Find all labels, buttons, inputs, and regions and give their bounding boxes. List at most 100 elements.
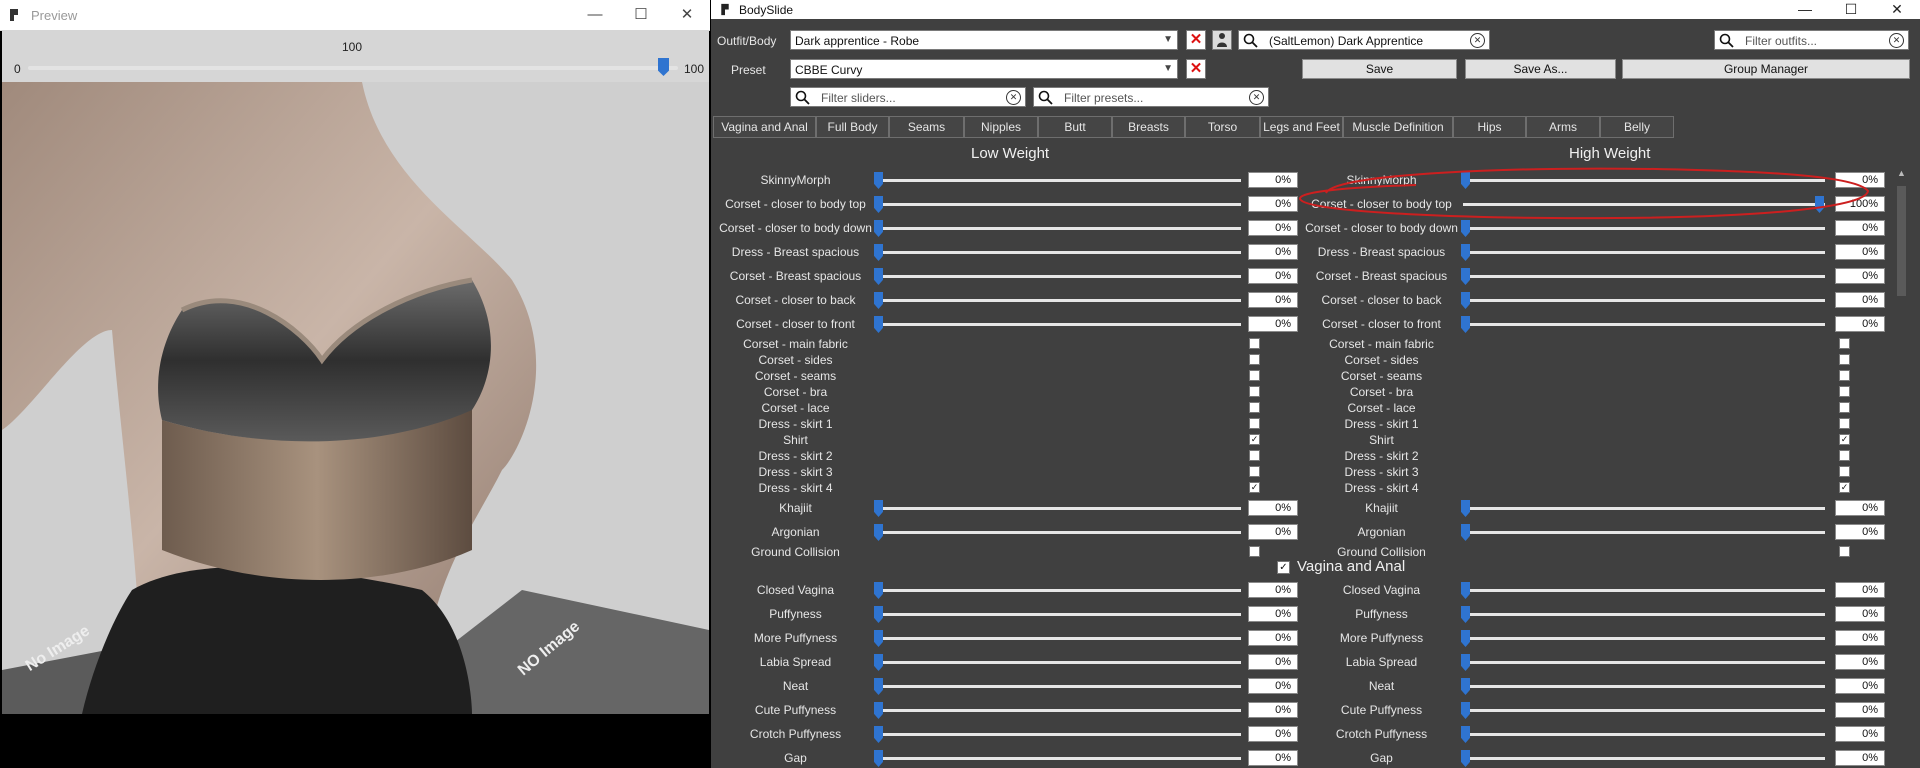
tab-muscle-definition[interactable]: Muscle Definition xyxy=(1343,116,1453,138)
low-weight-slider-track[interactable] xyxy=(876,531,1241,534)
high-weight-slider-thumb[interactable] xyxy=(1815,196,1824,213)
low-weight-checkbox[interactable] xyxy=(1249,386,1260,397)
high-weight-value-field[interactable]: 0% xyxy=(1835,606,1885,622)
close-icon[interactable]: ✕ xyxy=(1874,0,1920,19)
low-weight-slider-track[interactable] xyxy=(876,507,1241,510)
low-weight-slider-track[interactable] xyxy=(876,637,1241,640)
group-checkbox[interactable]: ✓ xyxy=(1277,561,1290,574)
low-weight-checkbox[interactable] xyxy=(1249,546,1260,557)
tab-arms[interactable]: Arms xyxy=(1526,116,1600,138)
low-weight-value-field[interactable]: 0% xyxy=(1248,524,1298,540)
low-weight-value-field[interactable]: 0% xyxy=(1248,678,1298,694)
high-weight-checkbox[interactable]: ✓ xyxy=(1839,482,1850,493)
high-weight-slider-track[interactable] xyxy=(1463,203,1825,206)
high-weight-slider-track[interactable] xyxy=(1463,613,1825,616)
high-weight-checkbox[interactable] xyxy=(1839,466,1850,477)
low-weight-value-field[interactable]: 0% xyxy=(1248,500,1298,516)
low-weight-value-field[interactable]: 0% xyxy=(1248,654,1298,670)
low-weight-slider-track[interactable] xyxy=(876,757,1241,760)
high-weight-value-field[interactable]: 0% xyxy=(1835,524,1885,540)
filter-outfits-input[interactable]: Filter outfits... ✕ xyxy=(1714,30,1909,50)
low-weight-checkbox[interactable]: ✓ xyxy=(1249,434,1260,445)
high-weight-value-field[interactable]: 0% xyxy=(1835,268,1885,284)
delete-icon[interactable]: ✕ xyxy=(1186,59,1206,79)
high-weight-slider-track[interactable] xyxy=(1463,531,1825,534)
high-weight-value-field[interactable]: 0% xyxy=(1835,678,1885,694)
low-weight-checkbox[interactable] xyxy=(1249,418,1260,429)
low-weight-slider-track[interactable] xyxy=(876,179,1241,182)
high-weight-value-field[interactable]: 0% xyxy=(1835,292,1885,308)
outfit-search-box[interactable]: (SaltLemon) Dark Apprentice ✕ xyxy=(1238,30,1490,50)
low-weight-value-field[interactable]: 0% xyxy=(1248,316,1298,332)
high-weight-slider-track[interactable] xyxy=(1463,323,1825,326)
low-weight-checkbox[interactable] xyxy=(1249,354,1260,365)
high-weight-checkbox[interactable] xyxy=(1839,386,1850,397)
low-weight-checkbox[interactable] xyxy=(1249,402,1260,413)
low-weight-slider-track[interactable] xyxy=(876,299,1241,302)
clear-search-icon[interactable]: ✕ xyxy=(1889,33,1904,48)
low-weight-checkbox[interactable] xyxy=(1249,370,1260,381)
tab-hips[interactable]: Hips xyxy=(1453,116,1526,138)
weight-slider-track[interactable] xyxy=(28,66,678,70)
low-weight-checkbox[interactable] xyxy=(1249,466,1260,477)
preset-select[interactable]: CBBE Curvy ▼ xyxy=(790,59,1178,79)
tab-full-body[interactable]: Full Body xyxy=(816,116,889,138)
filter-presets-input[interactable]: Filter presets... ✕ xyxy=(1033,87,1269,107)
low-weight-slider-track[interactable] xyxy=(876,323,1241,326)
low-weight-slider-track[interactable] xyxy=(876,709,1241,712)
low-weight-value-field[interactable]: 0% xyxy=(1248,726,1298,742)
high-weight-value-field[interactable]: 0% xyxy=(1835,220,1885,236)
high-weight-slider-track[interactable] xyxy=(1463,709,1825,712)
outfit-icon-button[interactable] xyxy=(1212,30,1232,50)
maximize-icon[interactable]: ☐ xyxy=(1828,0,1874,19)
high-weight-slider-track[interactable] xyxy=(1463,179,1825,182)
high-weight-checkbox[interactable] xyxy=(1839,354,1850,365)
minimize-icon[interactable]: — xyxy=(1782,0,1828,19)
high-weight-slider-track[interactable] xyxy=(1463,733,1825,736)
high-weight-value-field[interactable]: 0% xyxy=(1835,726,1885,742)
tab-vagina-and-anal[interactable]: Vagina and Anal xyxy=(713,116,816,138)
high-weight-checkbox[interactable]: ✓ xyxy=(1839,434,1850,445)
save-button[interactable]: Save xyxy=(1302,59,1457,79)
preview-titlebar[interactable]: Preview — ☐ ✕ xyxy=(0,0,710,31)
delete-icon[interactable]: ✕ xyxy=(1186,30,1206,50)
low-weight-checkbox[interactable]: ✓ xyxy=(1249,482,1260,493)
minimize-icon[interactable]: — xyxy=(572,0,618,30)
low-weight-checkbox[interactable] xyxy=(1249,338,1260,349)
low-weight-slider-track[interactable] xyxy=(876,589,1241,592)
tab-torso[interactable]: Torso xyxy=(1185,116,1260,138)
high-weight-slider-track[interactable] xyxy=(1463,589,1825,592)
low-weight-value-field[interactable]: 0% xyxy=(1248,268,1298,284)
preview-viewport[interactable]: 100 0 100 No Image NO Image xyxy=(2,30,709,714)
tab-butt[interactable]: Butt xyxy=(1038,116,1112,138)
high-weight-value-field[interactable]: 100% xyxy=(1835,196,1885,212)
low-weight-value-field[interactable]: 0% xyxy=(1248,244,1298,260)
high-weight-value-field[interactable]: 0% xyxy=(1835,582,1885,598)
low-weight-slider-track[interactable] xyxy=(876,227,1241,230)
low-weight-slider-track[interactable] xyxy=(876,661,1241,664)
maximize-icon[interactable]: ☐ xyxy=(618,0,664,30)
high-weight-value-field[interactable]: 0% xyxy=(1835,500,1885,516)
high-weight-slider-track[interactable] xyxy=(1463,227,1825,230)
low-weight-slider-track[interactable] xyxy=(876,203,1241,206)
high-weight-slider-track[interactable] xyxy=(1463,275,1825,278)
high-weight-checkbox[interactable] xyxy=(1839,370,1850,381)
high-weight-value-field[interactable]: 0% xyxy=(1835,316,1885,332)
low-weight-value-field[interactable]: 0% xyxy=(1248,292,1298,308)
high-weight-value-field[interactable]: 0% xyxy=(1835,244,1885,260)
high-weight-slider-track[interactable] xyxy=(1463,637,1825,640)
high-weight-checkbox[interactable] xyxy=(1839,418,1850,429)
scroll-up-icon[interactable]: ▲ xyxy=(1893,168,1910,182)
high-weight-value-field[interactable]: 0% xyxy=(1835,630,1885,646)
tab-breasts[interactable]: Breasts xyxy=(1112,116,1185,138)
high-weight-checkbox[interactable] xyxy=(1839,546,1850,557)
low-weight-checkbox[interactable] xyxy=(1249,450,1260,461)
tab-nipples[interactable]: Nipples xyxy=(964,116,1038,138)
close-icon[interactable]: ✕ xyxy=(664,0,710,30)
high-weight-slider-track[interactable] xyxy=(1463,661,1825,664)
high-weight-value-field[interactable]: 0% xyxy=(1835,172,1885,188)
bodyslide-titlebar[interactable]: BodySlide — ☐ ✕ xyxy=(711,0,1920,19)
low-weight-slider-track[interactable] xyxy=(876,613,1241,616)
high-weight-slider-track[interactable] xyxy=(1463,507,1825,510)
clear-search-icon[interactable]: ✕ xyxy=(1470,33,1485,48)
